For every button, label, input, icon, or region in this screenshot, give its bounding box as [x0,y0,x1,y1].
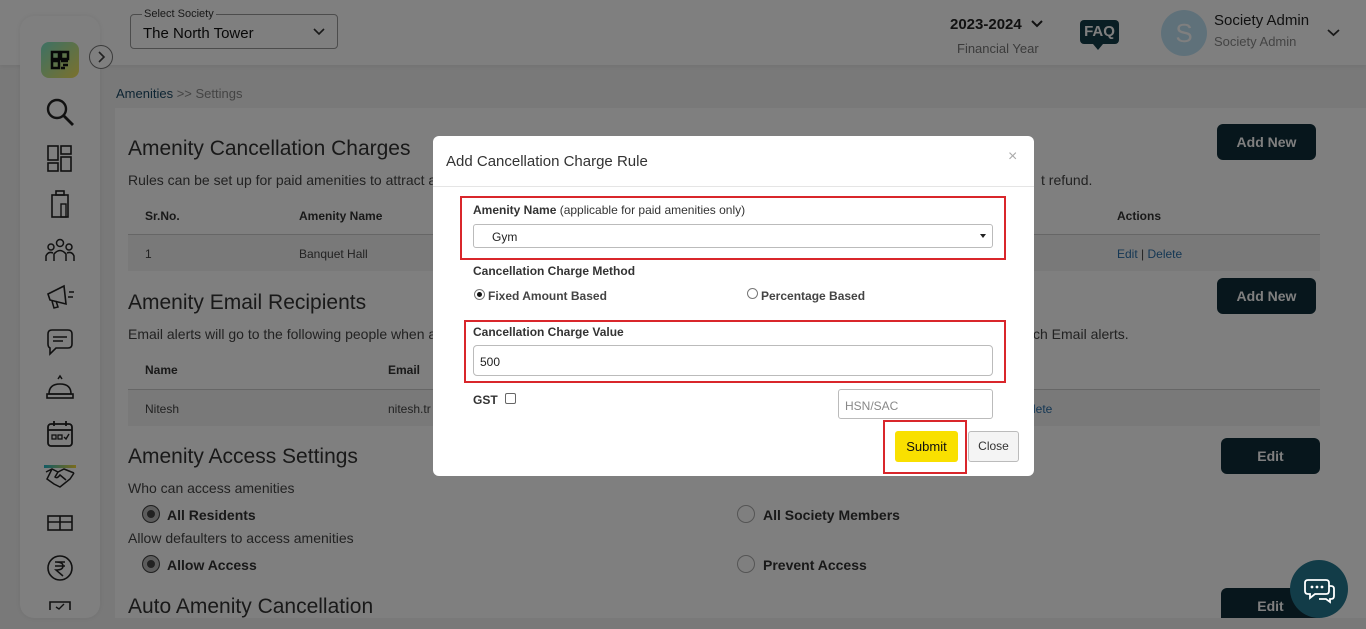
chat-launcher-button[interactable] [1290,560,1348,618]
modal-divider [433,186,1034,187]
charge-value-input[interactable]: 500 [473,345,993,376]
radio-fixed-amount[interactable] [474,289,485,300]
method-label: Cancellation Charge Method [473,264,636,278]
cancellation-rule-modal: Add Cancellation Charge Rule × Amenity N… [433,136,1034,476]
gst-checkbox[interactable] [505,393,516,404]
amenity-select[interactable]: Gym [473,224,993,248]
close-icon[interactable]: × [1008,148,1017,166]
hsn-sac-placeholder: HSN/SAC [845,399,899,413]
value-label: Cancellation Charge Value [473,325,624,339]
amenity-name-label-text: Amenity Name [473,203,557,217]
modal-title: Add Cancellation Charge Rule [446,153,648,170]
option-fixed-amount: Fixed Amount Based [488,289,607,303]
submit-button[interactable]: Submit [895,431,958,462]
page: The North Tower Select Society 2023-2024… [0,0,1366,629]
chat-bubbles-icon [1304,579,1335,604]
amenity-name-label: Amenity Name (applicable for paid amenit… [473,203,745,217]
radio-percentage[interactable] [747,288,758,299]
option-percentage: Percentage Based [761,289,866,303]
charge-value: 500 [480,355,501,369]
gst-label: GST [473,393,498,407]
close-button[interactable]: Close [968,431,1019,462]
hsn-sac-input[interactable]: HSN/SAC [838,389,993,419]
amenity-select-value: Gym [492,230,518,244]
amenity-name-hint: (applicable for paid amenities only) [556,203,746,217]
caret-down-icon [980,234,986,238]
